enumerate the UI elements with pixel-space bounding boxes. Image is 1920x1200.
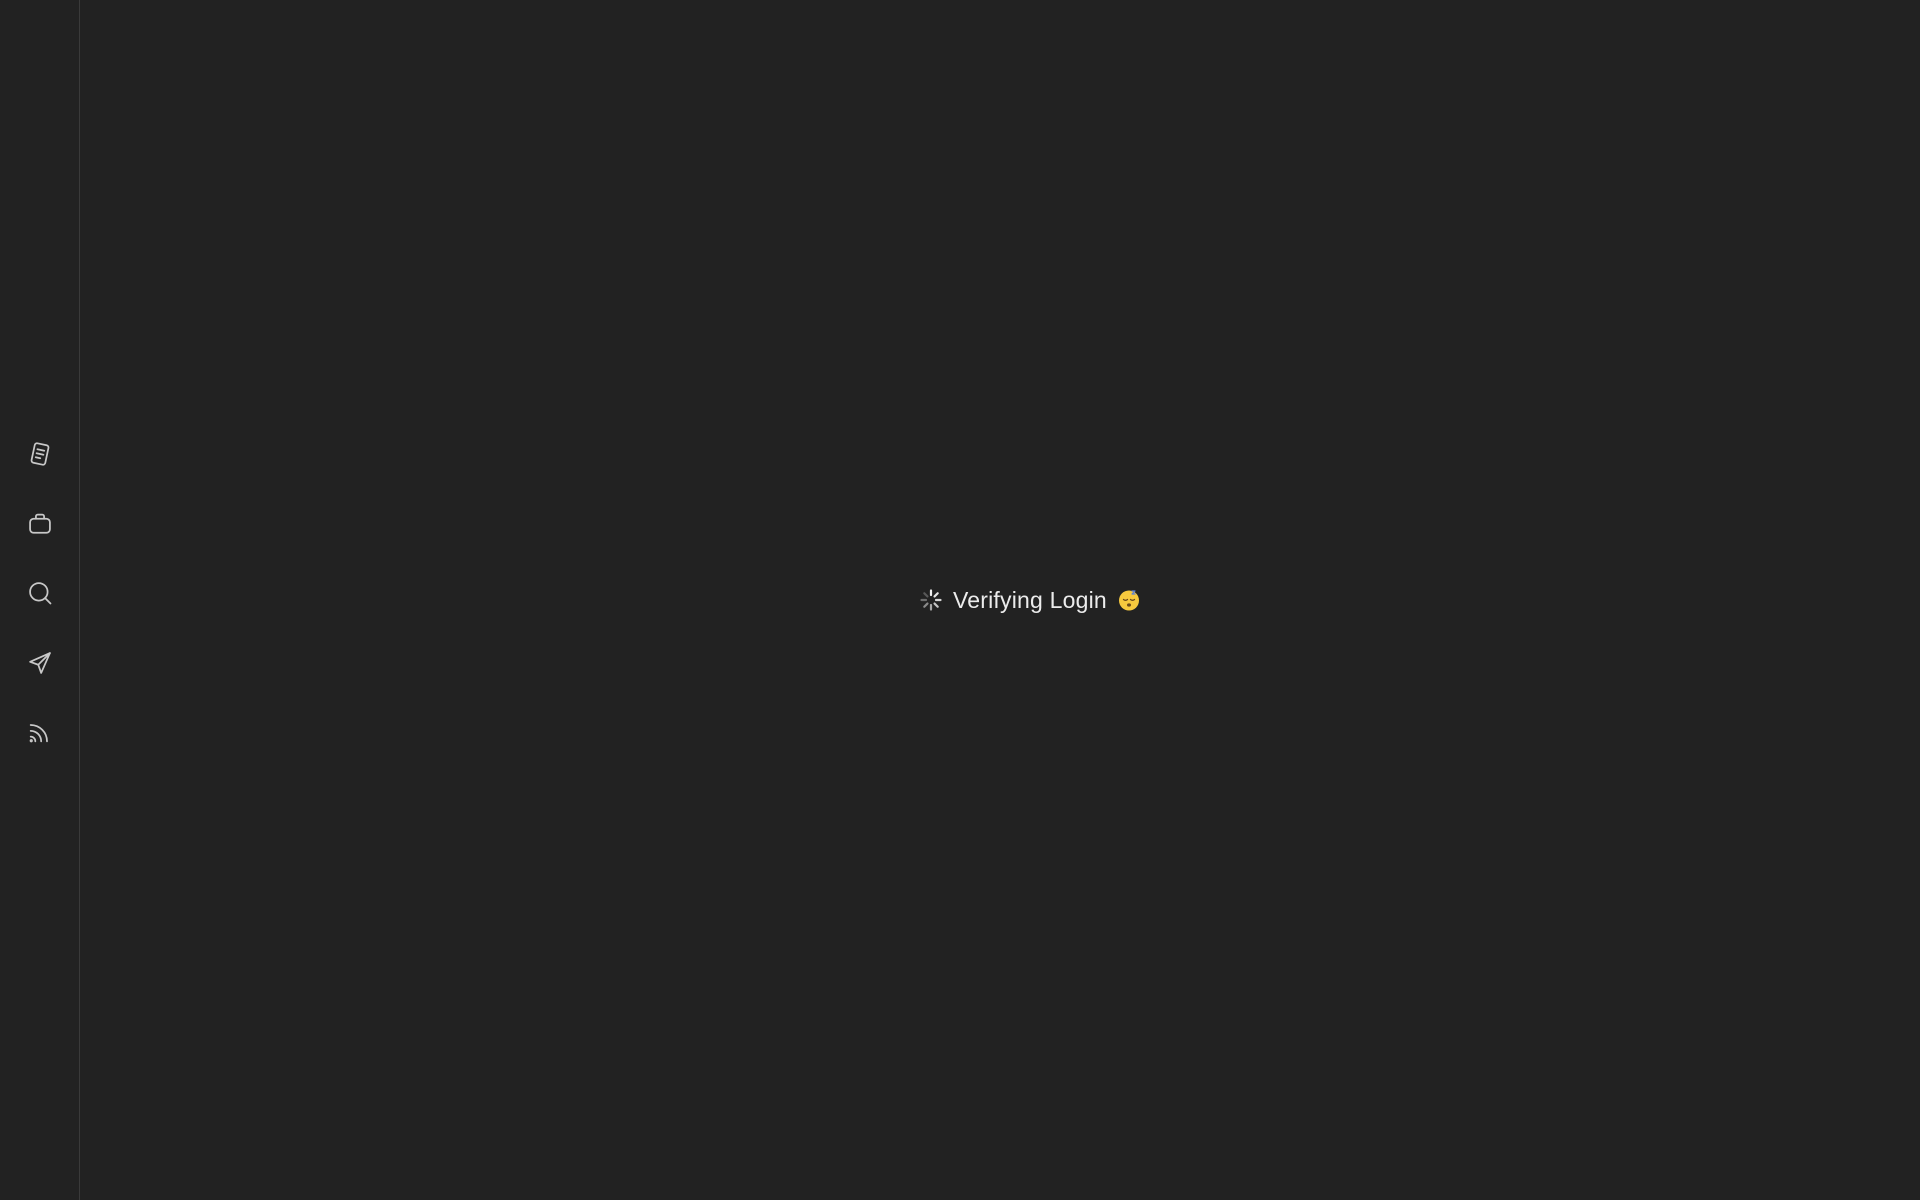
nav-item-documents[interactable]	[20, 434, 60, 474]
main-content: Verifying Login	[81, 0, 1920, 1200]
search-icon	[29, 582, 52, 605]
rss-feed-icon	[29, 724, 48, 743]
sleeping-face-emoji	[1117, 588, 1141, 612]
document-icon	[30, 442, 50, 466]
sidebar	[0, 0, 80, 1200]
nav-item-feed[interactable]	[20, 712, 60, 752]
loading-indicator: Verifying Login	[919, 584, 1141, 616]
nav-item-send[interactable]	[20, 643, 60, 683]
briefcase-icon	[29, 513, 51, 534]
send-icon	[29, 651, 51, 674]
nav-item-jobs[interactable]	[20, 504, 60, 544]
loading-spinner-icon	[920, 589, 942, 611]
nav-item-search[interactable]	[20, 573, 60, 613]
loading-text: Verifying Login	[953, 586, 1107, 613]
app-root: Verifying Login	[0, 0, 1920, 1200]
sidebar-nav	[0, 434, 80, 782]
